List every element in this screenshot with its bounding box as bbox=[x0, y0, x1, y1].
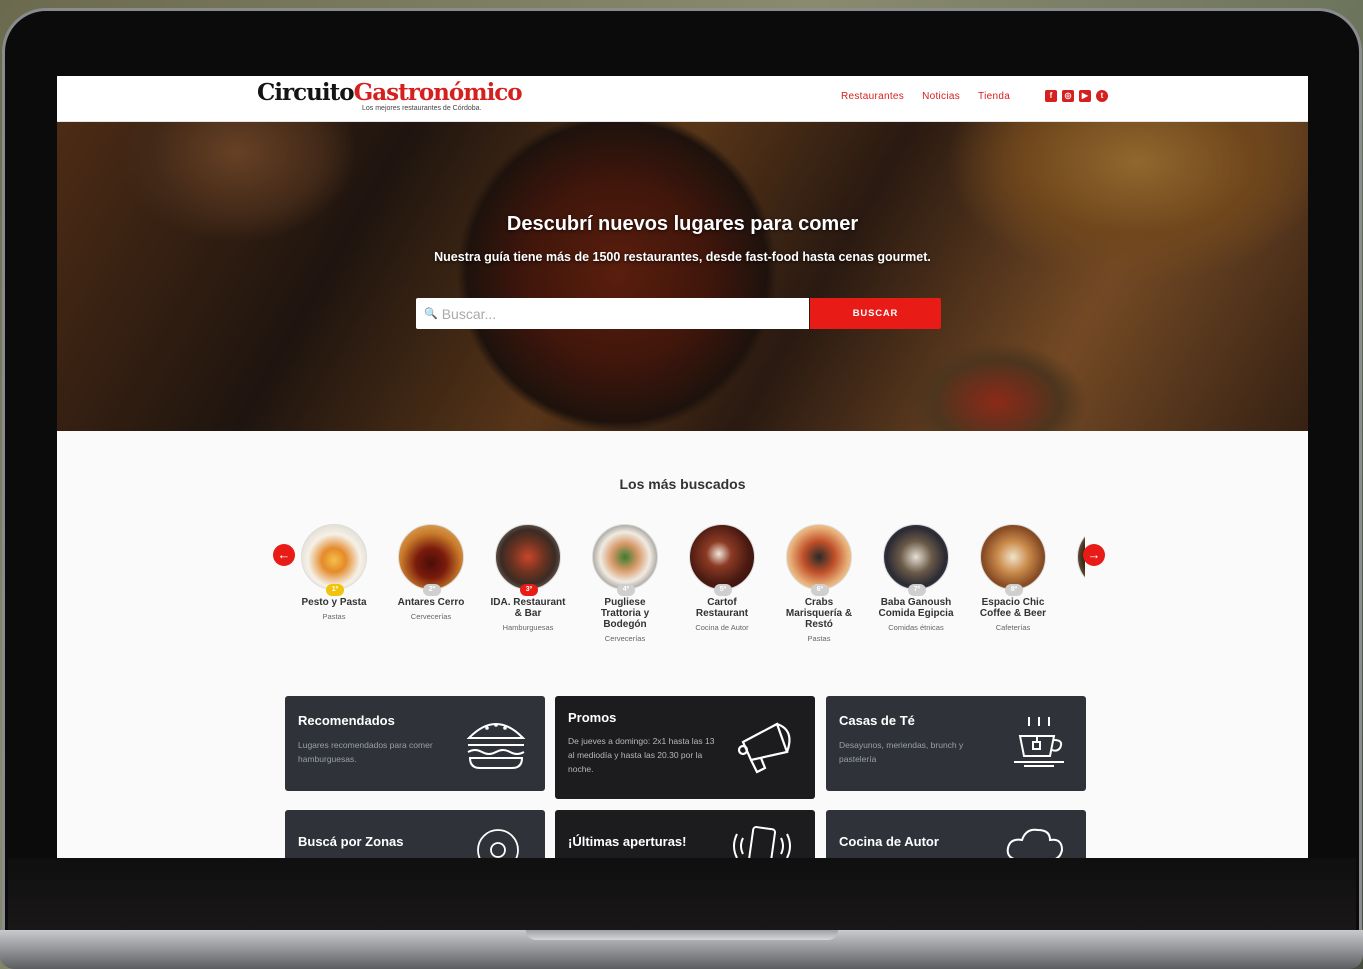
rank-badge: 2º bbox=[423, 584, 441, 596]
restaurant-name: Espacio Chic Coffee & Beer bbox=[979, 597, 1047, 619]
search-input[interactable] bbox=[441, 305, 802, 322]
popular-section-title: Los más buscados bbox=[619, 476, 746, 492]
youtube-icon[interactable]: ▶ bbox=[1079, 90, 1091, 102]
laptop-bezel bbox=[8, 858, 1356, 930]
card-title: Promos bbox=[568, 710, 617, 725]
carousel-item[interactable]: 7º Baba Ganoush Comida Egipcia Comidas é… bbox=[871, 524, 961, 632]
nav-noticias[interactable]: Noticias bbox=[922, 91, 960, 102]
hero-title: Descubrí nuevos lugares para comer bbox=[506, 213, 859, 235]
card-title: Casas de Té bbox=[839, 713, 915, 728]
rank-badge: 6º bbox=[811, 584, 829, 596]
rank-badge: 7º bbox=[908, 584, 926, 596]
restaurant-thumbnail: 7º bbox=[883, 524, 949, 596]
carousel-item[interactable]: P I bbox=[1065, 524, 1085, 621]
carousel-item[interactable]: 4º Pugliese Trattoria y Bodegón Cervecer… bbox=[580, 524, 670, 643]
social-links: f ◎ ▶ t bbox=[1045, 90, 1108, 102]
carousel-item[interactable]: 8º Espacio Chic Coffee & Beer Cafeterías bbox=[968, 524, 1058, 632]
logo[interactable]: CircuitoGastronómico bbox=[257, 79, 523, 106]
restaurant-thumbnail: 2º bbox=[398, 524, 464, 596]
restaurant-name: Cartof Restaurant bbox=[695, 597, 749, 619]
burger-icon bbox=[465, 714, 527, 777]
site-header: CircuitoGastronómico Los mejores restaur… bbox=[57, 76, 1308, 122]
card-description: Desayunos, meriendas, brunch y pastelerí… bbox=[839, 740, 964, 764]
megaphone-icon bbox=[737, 716, 799, 779]
restaurant-name: IDA. Restaurant & Bar bbox=[490, 597, 566, 619]
teacup-icon bbox=[1008, 714, 1070, 779]
chef-hat-icon bbox=[1004, 826, 1066, 858]
restaurant-name: P bbox=[1065, 597, 1085, 608]
restaurant-category: Comidas étnicas bbox=[888, 623, 944, 632]
carousel-item[interactable]: 5º Cartof Restaurant Cocina de Autor bbox=[677, 524, 767, 632]
carousel-item[interactable]: 1º Pesto y Pasta Pastas bbox=[289, 524, 379, 621]
card-promos[interactable]: Promos De jueves a domingo: 2x1 hasta la… bbox=[555, 696, 815, 799]
card-title: Recomendados bbox=[298, 713, 395, 728]
laptop-notch bbox=[526, 930, 838, 940]
rank-badge: 1º bbox=[326, 584, 344, 596]
restaurant-category: I bbox=[1065, 612, 1085, 621]
restaurant-category: Cervecerías bbox=[410, 612, 452, 621]
card-description: De jueves a domingo: 2x1 hasta las 13 al… bbox=[568, 736, 715, 774]
target-icon bbox=[476, 828, 520, 858]
card-busca-por-zonas[interactable]: Buscá por Zonas bbox=[285, 810, 545, 858]
restaurant-category: Pastas bbox=[322, 612, 346, 621]
rank-badge: 8º bbox=[1005, 584, 1023, 596]
card-ultimas-aperturas[interactable]: ¡Últimas aperturas! bbox=[555, 810, 815, 858]
restaurant-name: Baba Ganoush Comida Egipcia bbox=[878, 597, 954, 619]
restaurant-thumbnail: 5º bbox=[689, 524, 755, 596]
website-screen: CircuitoGastronómico Los mejores restaur… bbox=[57, 76, 1308, 858]
search-box: 🔍 bbox=[416, 298, 809, 329]
nav-restaurantes[interactable]: Restaurantes bbox=[841, 91, 904, 102]
restaurant-thumbnail: 1º bbox=[301, 524, 367, 596]
card-title: ¡Últimas aperturas! bbox=[568, 834, 687, 849]
rank-badge: 3º bbox=[520, 584, 538, 596]
hero-subtitle: Nuestra guía tiene más de 1500 restauran… bbox=[434, 250, 931, 264]
restaurant-category: Pastas bbox=[807, 634, 831, 643]
card-description: Lugares recomendados para comer hamburgu… bbox=[298, 740, 433, 764]
card-cocina-de-autor[interactable]: Cocina de Autor bbox=[826, 810, 1086, 858]
carousel-item[interactable]: 6º Crabs Marisquería & Restó Pastas bbox=[774, 524, 864, 643]
restaurant-category: Cervecerías bbox=[604, 634, 646, 643]
search-icon: 🔍 bbox=[424, 308, 438, 320]
restaurant-thumbnail: 4º bbox=[592, 524, 658, 596]
card-casas-de-te[interactable]: Casas de Té Desayunos, meriendas, brunch… bbox=[826, 696, 1086, 791]
main-nav: Restaurantes Noticias Tienda bbox=[841, 91, 1010, 102]
facebook-icon[interactable]: f bbox=[1045, 90, 1057, 102]
rank-badge: 4º bbox=[617, 584, 635, 596]
phone-ring-icon bbox=[731, 824, 793, 858]
logo-tagline: Los mejores restaurantes de Córdoba. bbox=[362, 105, 482, 112]
carousel-prev-button[interactable]: ← bbox=[273, 544, 295, 566]
restaurant-thumbnail: 3º bbox=[495, 524, 561, 596]
restaurant-category: Cocina de Autor bbox=[695, 623, 749, 632]
carousel-next-button[interactable]: → bbox=[1083, 544, 1105, 566]
restaurant-thumbnail: 8º bbox=[980, 524, 1046, 596]
hero-overlay bbox=[57, 122, 1308, 431]
logo-part-2: Gastronómico bbox=[353, 79, 523, 106]
card-title: Buscá por Zonas bbox=[298, 834, 404, 849]
popular-carousel: 1º Pesto y Pasta Pastas 2º Antares Cerro… bbox=[289, 524, 1085, 664]
logo-part-1: Circuito bbox=[257, 79, 355, 106]
restaurant-category: Cafeterías bbox=[995, 623, 1031, 632]
restaurant-name: Pesto y Pasta bbox=[301, 597, 367, 608]
twitter-icon[interactable]: t bbox=[1096, 90, 1108, 102]
search-button[interactable]: BUSCAR bbox=[810, 298, 941, 329]
restaurant-thumbnail: 6º bbox=[786, 524, 852, 596]
restaurant-name: Pugliese Trattoria y Bodegón bbox=[600, 597, 650, 630]
card-title: Cocina de Autor bbox=[839, 834, 939, 849]
restaurant-name: Antares Cerro bbox=[397, 597, 465, 608]
nav-tienda[interactable]: Tienda bbox=[978, 91, 1010, 102]
restaurant-category: Hamburguesas bbox=[502, 623, 554, 632]
rank-badge: 5º bbox=[714, 584, 732, 596]
hero-banner: Descubrí nuevos lugares para comer Nuest… bbox=[57, 122, 1308, 431]
carousel-item[interactable]: 2º Antares Cerro Cervecerías bbox=[386, 524, 476, 621]
restaurant-name: Crabs Marisquería & Restó bbox=[785, 597, 853, 630]
card-recomendados[interactable]: Recomendados Lugares recomendados para c… bbox=[285, 696, 545, 791]
carousel-item[interactable]: 3º IDA. Restaurant & Bar Hamburguesas bbox=[483, 524, 573, 632]
instagram-icon[interactable]: ◎ bbox=[1062, 90, 1074, 102]
